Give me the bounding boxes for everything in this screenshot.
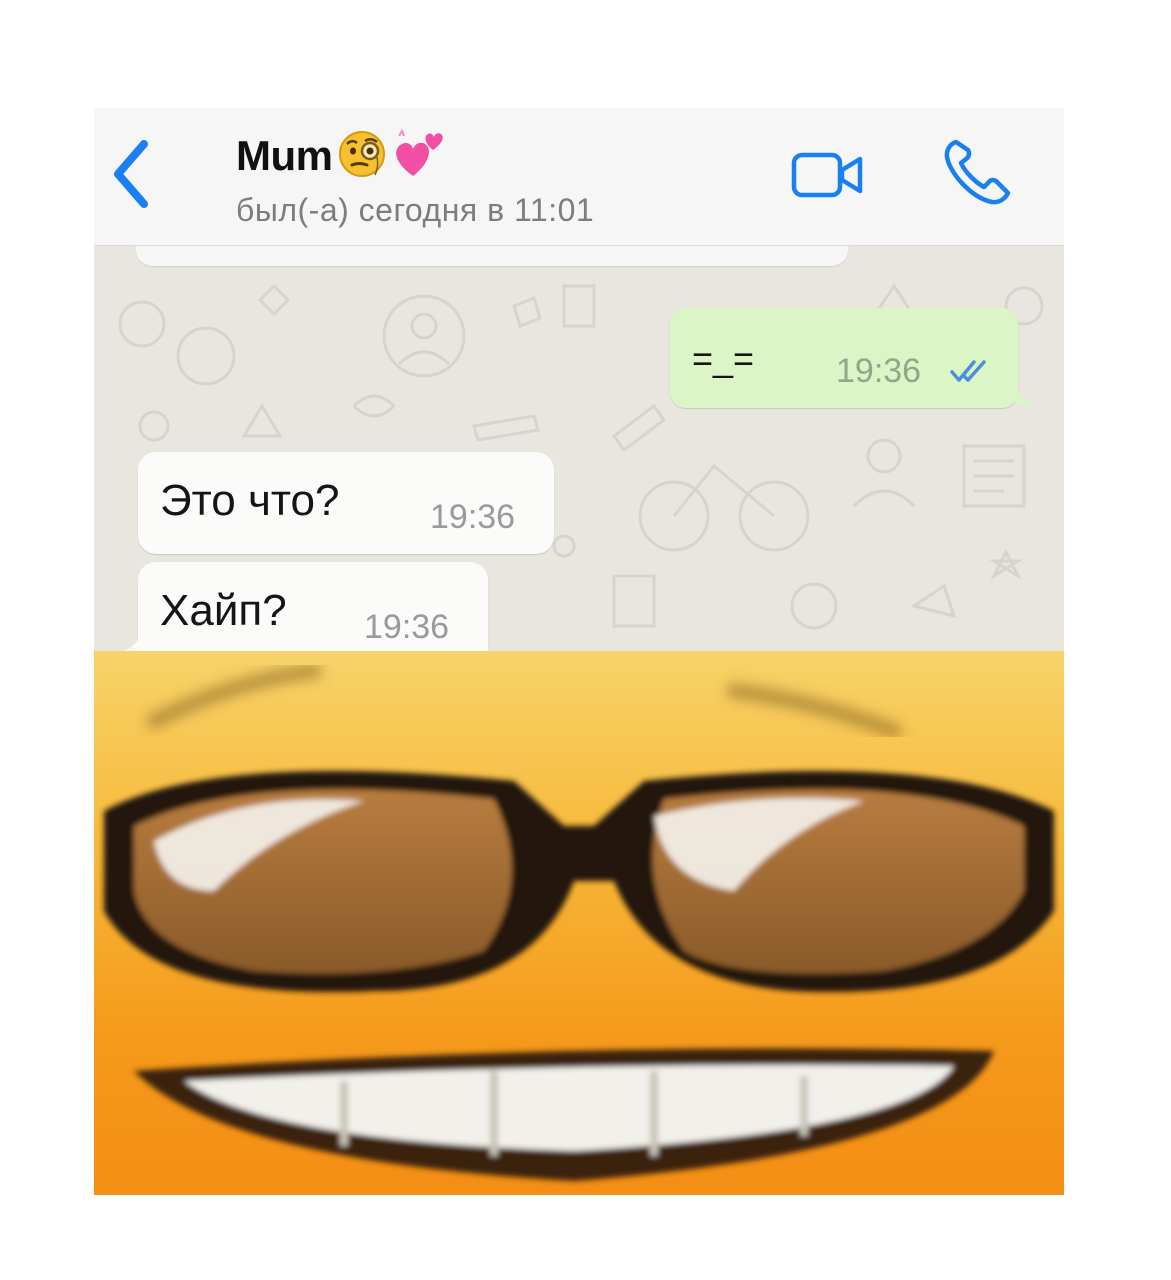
message-time: 19:36	[430, 498, 516, 536]
outgoing-message[interactable]: =_= 19:36	[670, 308, 1018, 408]
incoming-message[interactable]: Это что? 19:36	[138, 452, 554, 554]
chat-area[interactable]: =_= 19:36 Это что? 19:36 Хайп? 19:36	[94, 246, 1064, 651]
message-time: 19:36	[836, 352, 922, 390]
face-with-monocle-icon	[337, 129, 387, 184]
contact-name-row: Mum	[236, 128, 594, 184]
contact-info[interactable]: Mum был(-а) сегодня в 11:01	[236, 128, 594, 229]
chat-header: Mum был(-а) сегодня в 11:01	[94, 108, 1064, 246]
last-seen-status: был(-а) сегодня в 11:01	[236, 192, 595, 228]
incoming-message[interactable]: Хайп? 19:36	[138, 562, 488, 651]
chevron-left-icon	[114, 140, 148, 208]
message-text: Это что?	[160, 476, 340, 525]
video-call-button[interactable]	[790, 146, 870, 206]
message-text: Хайп?	[160, 586, 287, 635]
screenshot-frame: Mum был(-а) сегодня в 11:01 =_= 19:36 Эт…	[94, 108, 1064, 1195]
incoming-bubble-tail	[124, 626, 144, 651]
back-button[interactable]	[104, 136, 164, 216]
two-hearts-icon	[391, 126, 449, 187]
voice-call-button[interactable]	[942, 136, 1014, 208]
message-time: 19:36	[364, 608, 450, 646]
outgoing-bubble-tail	[1012, 374, 1038, 406]
contact-name: Mum	[236, 132, 333, 179]
double-check-read-icon	[950, 360, 986, 382]
video-camera-icon	[791, 152, 863, 198]
message-text: =_=	[692, 338, 755, 379]
phone-icon	[944, 139, 1011, 205]
sunglasses-smiling-face-icon	[94, 651, 1064, 1195]
previous-message-bubble[interactable]	[136, 246, 848, 266]
